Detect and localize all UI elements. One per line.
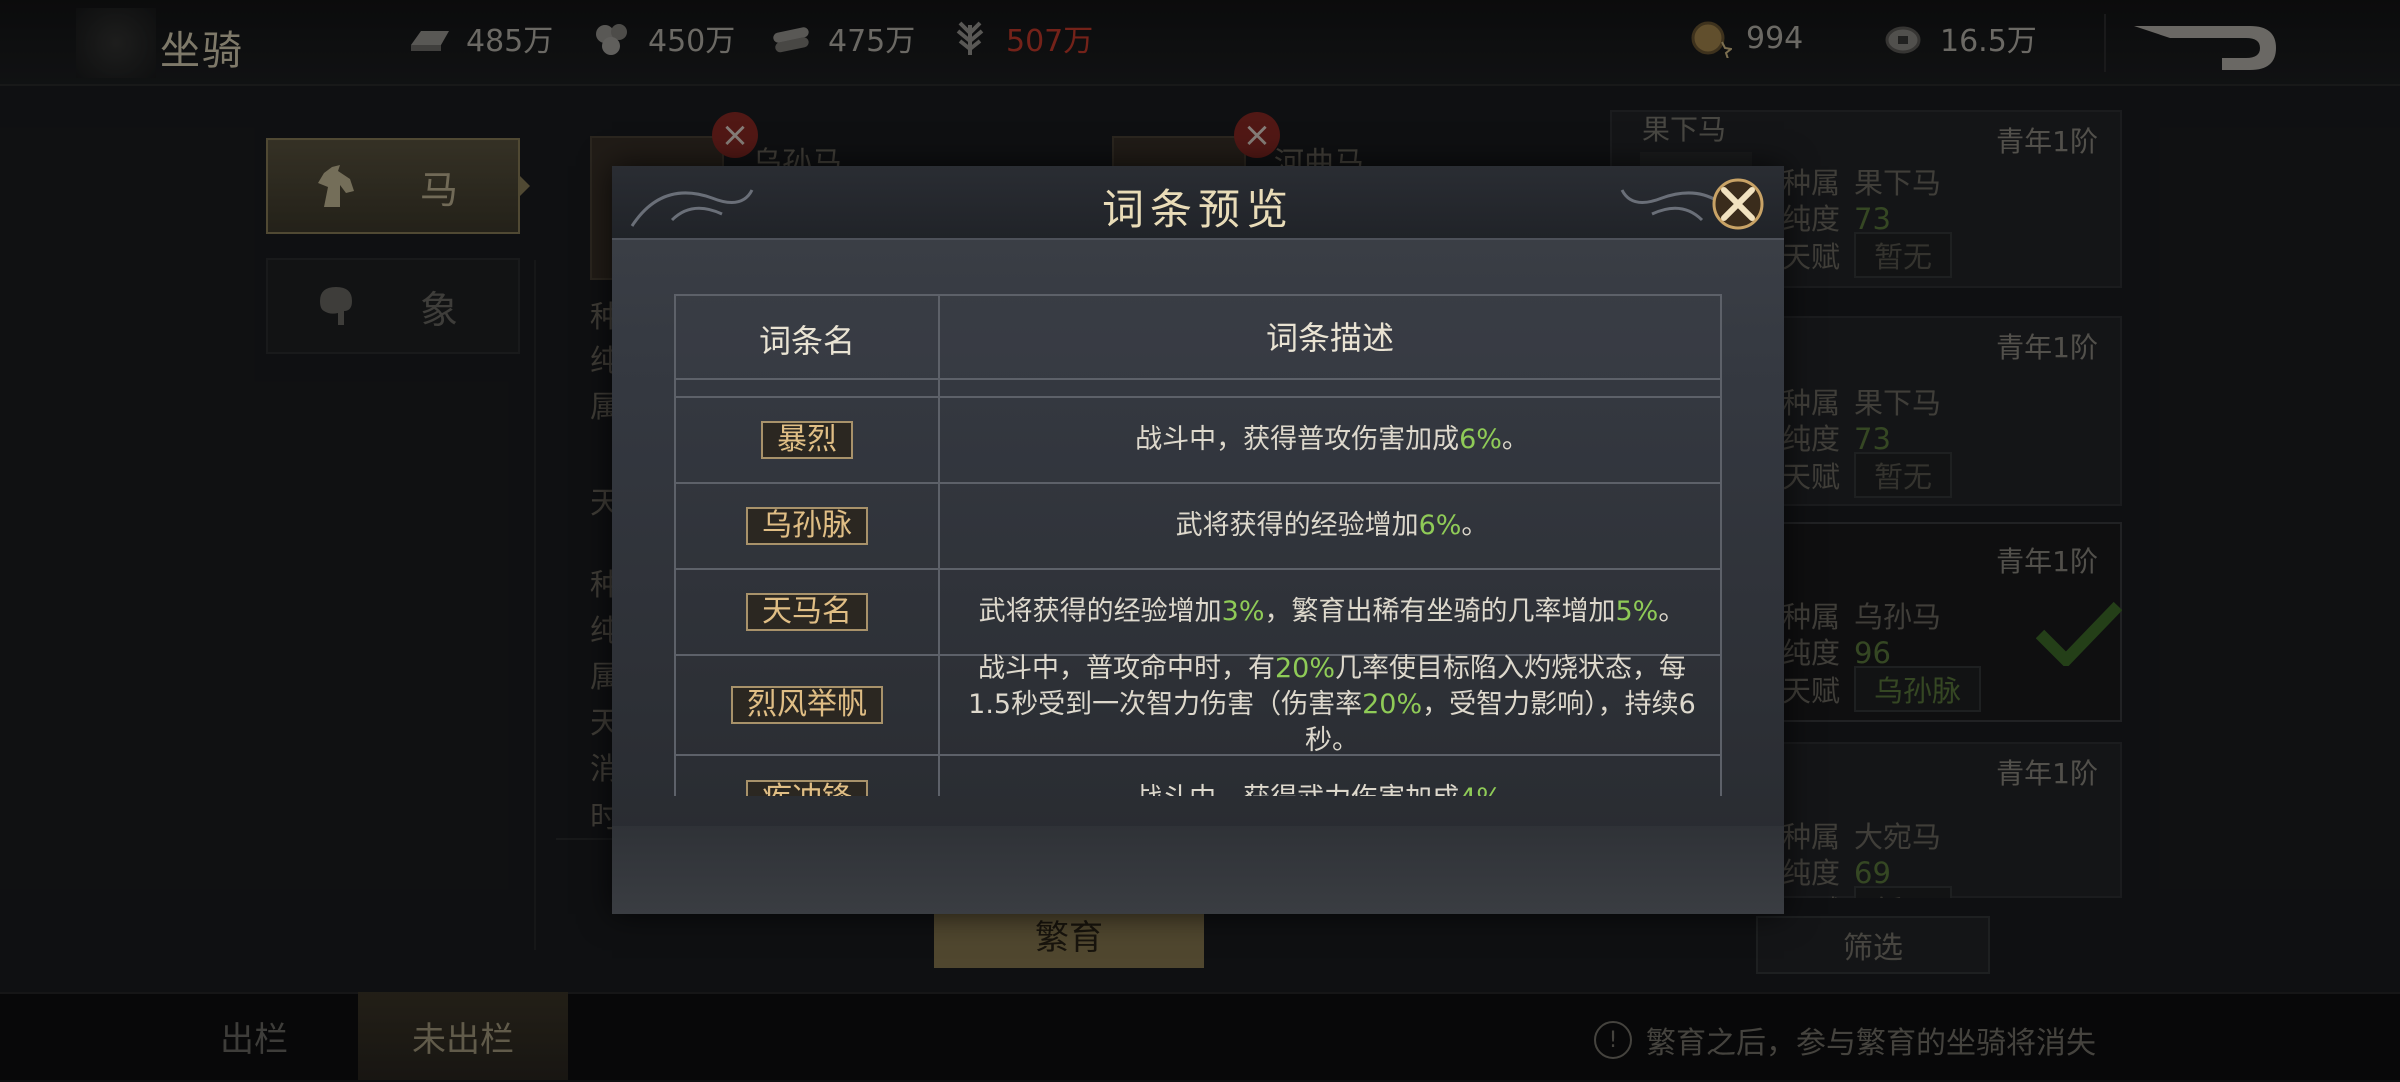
trait-description-text: 战斗中，普攻命中时，有20%几率使目标陷入灼烧状态，每1.5秒受到一次智力伤害（… — [958, 651, 1706, 759]
description-segment: 武将获得的经验增加 — [978, 596, 1222, 627]
highlight-value: 20% — [1274, 653, 1335, 684]
highlight-value: 6% — [1459, 424, 1502, 455]
table-row: 烈风举帆 战斗中，普攻命中时，有20%几率使目标陷入灼烧状态，每1.5秒受到一次… — [674, 653, 1722, 756]
table-row-partial — [674, 380, 1722, 398]
description-segment: 。 — [1501, 424, 1529, 455]
description-segment: ，繁育出稀有坐骑的几率增加 — [1264, 596, 1616, 627]
column-header-desc: 词条描述 — [1265, 319, 1394, 357]
trait-preview-dialog: 词条预览 词条名 词条描述 暴烈 战斗中，获得普攻伤害加成6%。 乌孙脉 武将获… — [612, 166, 1784, 914]
column-divider — [938, 380, 940, 396]
column-divider — [938, 484, 940, 568]
table-row: 疾冲锋 战斗中，获得武力伤害加成4%。 — [674, 756, 1722, 796]
description-segment: 战斗中，普攻命中时，有 — [977, 653, 1275, 684]
trait-table: 词条名 词条描述 暴烈 战斗中，获得普攻伤害加成6%。 乌孙脉 武将获得的经验增… — [674, 294, 1722, 796]
column-header-name: 词条名 — [758, 322, 855, 360]
description-segment: 武将获得的经验增加 — [1175, 510, 1419, 541]
dialog-footer — [612, 826, 1784, 914]
close-button[interactable] — [1710, 176, 1766, 232]
trait-description: 武将获得的经验增加3%，繁育出稀有坐骑的几率增加5%。 — [944, 570, 1720, 654]
table-row: 暴烈 战斗中，获得普攻伤害加成6%。 — [674, 398, 1722, 484]
description-segment: 。 — [1461, 510, 1489, 541]
highlight-value: 6% — [1418, 510, 1462, 541]
trait-name: 烈风举帆 — [731, 686, 883, 724]
trait-name: 天马名 — [746, 593, 868, 631]
table-row: 天马名 武将获得的经验增加3%，繁育出稀有坐骑的几率增加5%。 — [674, 570, 1722, 656]
dialog-title: 词条预览 — [1101, 185, 1294, 234]
trait-name: 乌孙脉 — [746, 507, 868, 545]
trait-description-text: 战斗中，获得武力伤害加成4%。 — [1135, 781, 1529, 796]
trait-name: 暴烈 — [761, 421, 853, 459]
column-divider — [938, 656, 940, 754]
trait-description-text: 武将获得的经验增加6%。 — [1176, 508, 1489, 544]
trait-description-text: 武将获得的经验增加3%，繁育出稀有坐骑的几率增加5%。 — [979, 594, 1686, 630]
trait-description: 战斗中，普攻命中时，有20%几率使目标陷入灼烧状态，每1.5秒受到一次智力伤害（… — [944, 653, 1720, 756]
description-segment: 战斗中，获得普攻伤害加成 — [1135, 424, 1460, 455]
trait-description-text: 战斗中，获得普攻伤害加成6%。 — [1135, 422, 1529, 458]
trait-name: 疾冲锋 — [746, 780, 868, 796]
description-segment: 。 — [1502, 783, 1529, 796]
trait-description: 战斗中，获得普攻伤害加成6%。 — [944, 398, 1720, 482]
table-row: 乌孙脉 武将获得的经验增加6%。 — [674, 484, 1722, 570]
description-segment: 。 — [1658, 596, 1686, 627]
description-segment: 战斗中，获得武力伤害加成 — [1135, 783, 1459, 796]
column-divider — [938, 756, 940, 796]
highlight-value: 5% — [1615, 596, 1659, 627]
highlight-value: 3% — [1221, 596, 1265, 627]
column-divider — [938, 570, 940, 654]
highlight-value: 20% — [1362, 689, 1423, 720]
column-divider — [938, 398, 940, 482]
close-icon — [1712, 178, 1764, 230]
table-header: 词条名 词条描述 — [674, 294, 1722, 382]
trait-description: 战斗中，获得武力伤害加成4%。 — [944, 756, 1720, 796]
highlight-value: 4% — [1459, 783, 1502, 796]
trait-description: 武将获得的经验增加6%。 — [944, 484, 1720, 568]
